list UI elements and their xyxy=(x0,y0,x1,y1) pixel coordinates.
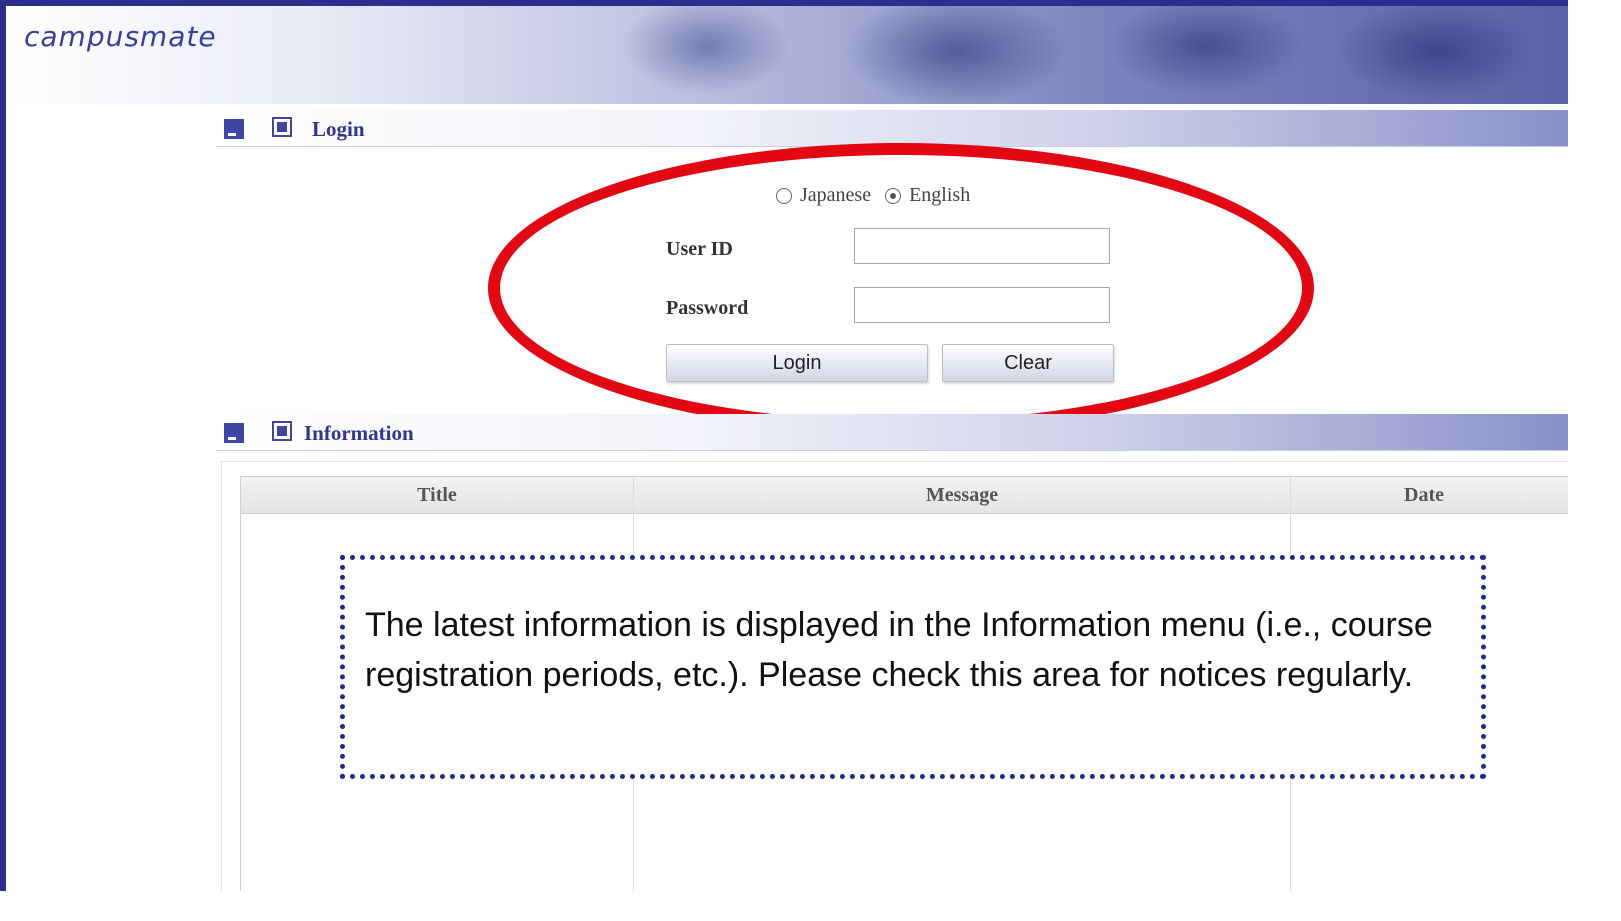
minimize-icon[interactable] xyxy=(224,423,244,443)
user-id-input[interactable] xyxy=(854,228,1110,264)
login-button[interactable]: Login xyxy=(666,344,928,382)
information-section-header: Information xyxy=(216,414,1568,451)
header-banner: campusmate xyxy=(6,6,1568,104)
login-section-header: Login xyxy=(216,110,1568,147)
radio-japanese-label: Japanese xyxy=(800,184,872,206)
campusmate-logo[interactable]: campusmate xyxy=(24,20,217,53)
column-header-message[interactable]: Message xyxy=(634,477,1290,513)
password-label: Password xyxy=(666,297,749,319)
information-section-title: Information xyxy=(304,421,414,445)
radio-english-label: English xyxy=(909,184,971,206)
information-callout: The latest information is displayed in t… xyxy=(340,555,1486,779)
column-header-title[interactable]: Title xyxy=(241,477,633,513)
login-section-title: Login xyxy=(312,117,365,141)
password-input[interactable] xyxy=(854,287,1110,323)
radio-japanese[interactable] xyxy=(776,187,792,204)
window-icon xyxy=(272,117,292,137)
minimize-icon[interactable] xyxy=(224,119,244,139)
column-header-date[interactable]: Date xyxy=(1291,477,1557,513)
radio-english[interactable] xyxy=(885,187,902,204)
user-id-label: User ID xyxy=(666,238,733,260)
language-selector: Japanese English xyxy=(776,184,970,207)
clear-button[interactable]: Clear xyxy=(942,344,1114,382)
window-icon xyxy=(272,421,292,441)
table-header: Title Message Date xyxy=(241,477,1568,514)
page-frame: campusmate Login Japanese English User I… xyxy=(0,0,1568,891)
callout-text: The latest information is displayed in t… xyxy=(365,606,1433,694)
